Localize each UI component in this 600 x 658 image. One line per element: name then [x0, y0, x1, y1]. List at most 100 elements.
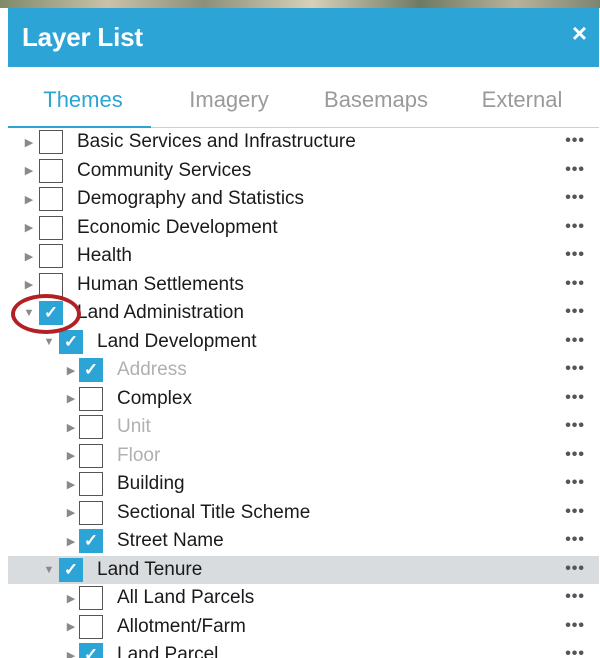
layer-row[interactable]: ▶ Sectional Title Scheme ••• — [8, 499, 599, 528]
caret-right-icon[interactable]: ▶ — [63, 470, 79, 499]
more-options-icon[interactable]: ••• — [565, 413, 585, 442]
caret-right-icon[interactable]: ▶ — [63, 442, 79, 471]
layer-row[interactable]: ▶ Basic Services and Infrastructure ••• — [8, 128, 599, 157]
layer-row[interactable]: ▶ Demography and Statistics ••• — [8, 185, 599, 214]
caret-right-icon[interactable]: ▶ — [63, 613, 79, 642]
layer-row[interactable]: ▶ Economic Development ••• — [8, 214, 599, 243]
more-options-icon[interactable]: ••• — [565, 613, 585, 642]
more-options-icon[interactable]: ••• — [565, 271, 585, 300]
layer-row[interactable]: ▼ ✓ Land Development ••• — [8, 328, 599, 357]
layer-label: Sectional Title Scheme — [117, 501, 311, 523]
checkbox-unchecked[interactable] — [79, 386, 103, 411]
layer-row[interactable]: ▶ Complex ••• — [8, 385, 599, 414]
layer-tree: ▶ Basic Services and Infrastructure ••• ▶ Co… — [8, 128, 599, 658]
caret-down-icon[interactable]: ▼ — [41, 328, 57, 357]
checkbox-checked[interactable]: ✓ — [59, 329, 83, 354]
more-options-icon[interactable]: ••• — [565, 242, 585, 271]
tab-imagery[interactable]: Imagery — [158, 67, 300, 127]
checkbox-unchecked[interactable] — [39, 187, 63, 211]
more-options-icon[interactable]: ••• — [565, 584, 585, 613]
checkbox-unchecked[interactable] — [39, 215, 63, 240]
layer-label: Demography and Statistics — [77, 188, 305, 209]
layer-row[interactable]: ▶ ✓ Land Parcel ••• — [8, 641, 599, 658]
checkbox-unchecked[interactable] — [79, 586, 103, 610]
more-options-icon[interactable]: ••• — [565, 385, 585, 414]
caret-right-icon[interactable]: ▶ — [21, 128, 37, 157]
tab-bar: Themes Imagery Basemaps External — [8, 67, 599, 128]
layer-label: Economic Development — [77, 216, 278, 238]
more-options-icon[interactable]: ••• — [565, 556, 585, 585]
more-options-icon[interactable]: ••• — [565, 157, 585, 186]
checkbox-checked[interactable]: ✓ — [79, 358, 103, 382]
layer-row[interactable]: ▶ Floor ••• — [8, 442, 599, 471]
layer-row[interactable]: ▶ Unit ••• — [8, 413, 599, 442]
checkbox-unchecked[interactable] — [39, 244, 63, 268]
layer-row[interactable]: ▶ ✓ Street Name ••• — [8, 527, 599, 556]
caret-right-icon[interactable]: ▶ — [21, 214, 37, 243]
layer-label: Building — [117, 473, 185, 494]
layer-label: Community Services — [77, 159, 252, 181]
tab-themes[interactable]: Themes — [8, 67, 158, 127]
caret-right-icon[interactable]: ▶ — [63, 413, 79, 442]
tab-external[interactable]: External — [452, 67, 592, 127]
layer-row[interactable]: ▶ Allotment/Farm ••• — [8, 613, 599, 642]
tab-basemaps[interactable]: Basemaps — [300, 67, 452, 127]
caret-right-icon[interactable]: ▶ — [21, 157, 37, 186]
more-options-icon[interactable]: ••• — [565, 499, 585, 528]
panel-title: Layer List — [22, 22, 143, 52]
layer-row[interactable]: ▼ ✓ Land Tenure ••• — [8, 555, 599, 585]
checkbox-checked[interactable]: ✓ — [59, 557, 83, 582]
more-options-icon[interactable]: ••• — [565, 128, 585, 157]
more-options-icon[interactable]: ••• — [565, 470, 585, 499]
layer-label: Complex — [117, 387, 192, 409]
layer-label: Street Name — [117, 530, 224, 551]
caret-down-icon[interactable]: ▼ — [21, 299, 37, 328]
caret-right-icon[interactable]: ▶ — [21, 242, 37, 271]
layer-label: Land Tenure — [97, 558, 203, 580]
checkbox-unchecked[interactable] — [79, 614, 103, 639]
caret-right-icon[interactable]: ▶ — [63, 584, 79, 613]
caret-right-icon[interactable]: ▶ — [63, 385, 79, 414]
checkbox-checked[interactable]: ✓ — [39, 301, 63, 325]
more-options-icon[interactable]: ••• — [565, 641, 585, 658]
checkbox-unchecked[interactable] — [79, 472, 103, 496]
more-options-icon[interactable]: ••• — [565, 328, 585, 357]
layer-label: Land Development — [97, 330, 257, 352]
map-background-strip — [0, 0, 600, 8]
checkbox-checked[interactable]: ✓ — [79, 529, 103, 553]
checkbox-unchecked[interactable] — [39, 158, 63, 183]
panel-header: Layer List × — [8, 8, 599, 67]
caret-down-icon[interactable]: ▼ — [41, 556, 57, 585]
checkbox-unchecked[interactable] — [39, 272, 63, 297]
caret-right-icon[interactable]: ▶ — [63, 527, 79, 556]
close-icon[interactable]: × — [572, 20, 587, 46]
more-options-icon[interactable]: ••• — [565, 527, 585, 556]
more-options-icon[interactable]: ••• — [565, 442, 585, 471]
layer-row[interactable]: ▶ ✓ Address ••• — [8, 356, 599, 385]
layer-label: Allotment/Farm — [117, 615, 246, 637]
checkbox-unchecked[interactable] — [39, 130, 63, 154]
layer-row[interactable]: ▶ Building ••• — [8, 470, 599, 499]
caret-right-icon[interactable]: ▶ — [63, 356, 79, 385]
caret-right-icon[interactable]: ▶ — [21, 185, 37, 214]
layer-row[interactable]: ▶ Health ••• — [8, 242, 599, 271]
layer-label: Address — [117, 359, 187, 380]
layer-row[interactable]: ▶ Community Services ••• — [8, 157, 599, 186]
caret-right-icon[interactable]: ▶ — [21, 271, 37, 300]
checkbox-unchecked[interactable] — [79, 500, 103, 525]
layer-row[interactable]: ▼ ✓ Land Administration ••• — [8, 299, 599, 328]
more-options-icon[interactable]: ••• — [565, 214, 585, 243]
more-options-icon[interactable]: ••• — [565, 299, 585, 328]
layer-row[interactable]: ▶ Human Settlements ••• — [8, 271, 599, 300]
more-options-icon[interactable]: ••• — [565, 356, 585, 385]
more-options-icon[interactable]: ••• — [565, 185, 585, 214]
layer-row[interactable]: ▶ All Land Parcels ••• — [8, 584, 599, 613]
checkbox-unchecked[interactable] — [79, 415, 103, 439]
layer-label: Unit — [117, 416, 151, 437]
checkbox-checked[interactable]: ✓ — [79, 643, 103, 658]
checkbox-unchecked[interactable] — [79, 443, 103, 468]
caret-right-icon[interactable]: ▶ — [63, 499, 79, 528]
caret-right-icon[interactable]: ▶ — [63, 641, 79, 658]
layer-list-panel: Layer List × Themes Imagery Basemaps Ext… — [8, 8, 599, 658]
layer-label: Land Administration — [77, 302, 244, 323]
